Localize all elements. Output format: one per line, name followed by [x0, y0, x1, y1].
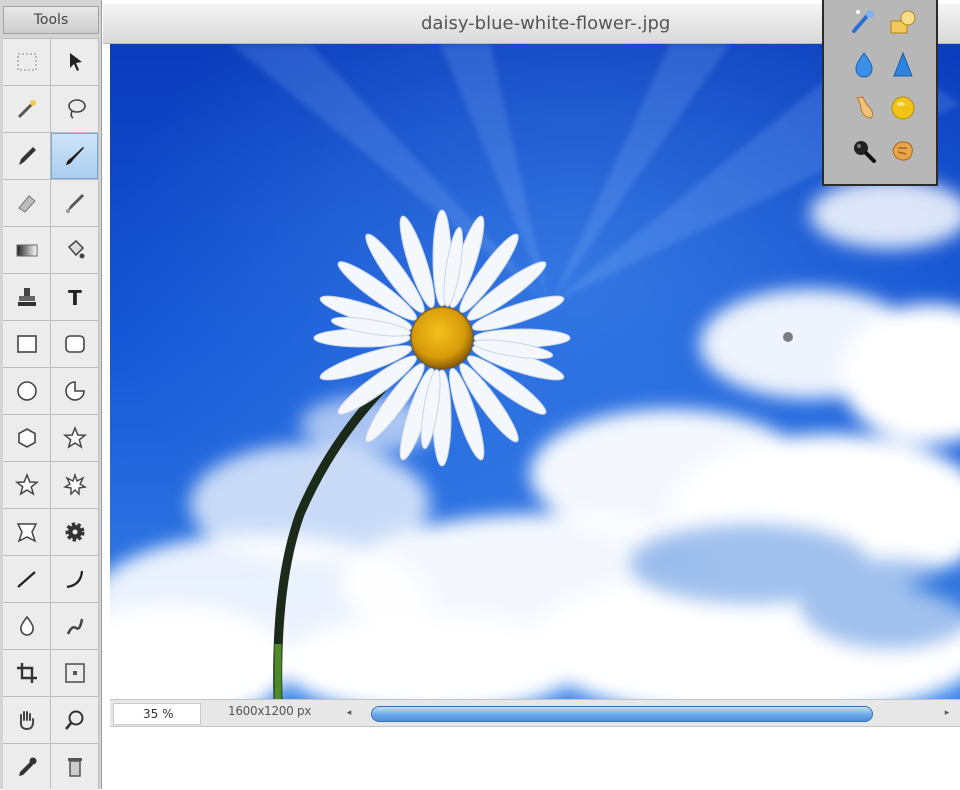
clone-stamp-icon — [17, 288, 36, 306]
trash-tool[interactable] — [51, 744, 98, 790]
zoom-level-field[interactable]: 35 % — [113, 703, 201, 725]
zoom-tool[interactable] — [51, 697, 98, 743]
ellipse-tool[interactable] — [3, 368, 50, 414]
rounded-rectangle-icon — [64, 335, 85, 353]
tools-panel-title: Tools — [3, 6, 99, 34]
rounded-rectangle-tool[interactable] — [51, 321, 98, 367]
sponge-icon — [891, 96, 914, 119]
scrollbar-thumb[interactable] — [371, 706, 873, 722]
star-burst-icon — [62, 472, 87, 496]
status-bar: 35 % 1600x1200 px ◂ ▸ — [110, 699, 960, 727]
clone-stamp-tool[interactable] — [3, 274, 50, 320]
badge-tool[interactable] — [3, 509, 50, 555]
hexagon-icon — [17, 428, 36, 448]
smudge-finger-icon — [855, 95, 873, 119]
magic-brush-tool[interactable] — [844, 0, 883, 43]
lasso-icon — [67, 99, 86, 119]
color-replace-tool[interactable] — [883, 129, 922, 172]
document-title: daisy-blue-white-flower-.jpg — [421, 13, 671, 34]
eyedropper-icon — [18, 757, 36, 776]
eraser-tool[interactable] — [3, 180, 50, 226]
drop-icon — [19, 615, 34, 636]
rectangle-icon — [16, 335, 37, 353]
shape-tool-icon — [890, 10, 915, 33]
custom-shape-icon — [64, 381, 85, 401]
text-tool[interactable]: T — [51, 274, 98, 320]
star-icon — [62, 425, 87, 449]
marquee-select-icon — [17, 53, 36, 71]
paint-bucket-icon — [67, 239, 84, 259]
svg-text:T: T — [68, 286, 82, 310]
magic-brush-icon — [851, 9, 874, 33]
smudge-finger-tool[interactable] — [844, 86, 883, 129]
trash-icon — [67, 758, 82, 777]
rectangle-tool[interactable] — [3, 321, 50, 367]
star-outline-tool[interactable] — [3, 462, 50, 508]
liquify-tool[interactable] — [51, 603, 98, 649]
line-icon — [16, 571, 36, 588]
line-tool[interactable] — [3, 556, 50, 602]
horizontal-scrollbar[interactable] — [362, 706, 936, 722]
custom-shape-tool[interactable] — [51, 368, 98, 414]
magnifier-tool[interactable] — [844, 129, 883, 172]
eyedropper-tool[interactable] — [3, 744, 50, 790]
text-icon: T — [68, 286, 82, 310]
badge-icon — [16, 523, 37, 543]
curve-icon — [66, 570, 83, 589]
hand-tool[interactable] — [3, 697, 50, 743]
shape-tool[interactable] — [883, 0, 922, 43]
sharpen-tool[interactable] — [883, 43, 922, 86]
eraser-icon — [17, 195, 36, 213]
move-arrow-icon — [69, 53, 82, 71]
smudge-tool[interactable] — [51, 180, 98, 226]
blur-tool[interactable] — [844, 43, 883, 86]
star-tool[interactable] — [51, 415, 98, 461]
ellipse-icon — [16, 381, 37, 401]
move-tool[interactable] — [51, 39, 98, 85]
magic-wand-tool[interactable] — [3, 86, 50, 132]
star-burst-tool[interactable] — [51, 462, 98, 508]
transform-icon — [64, 663, 85, 683]
pencil-icon — [18, 147, 36, 165]
drop-tool[interactable] — [3, 603, 50, 649]
crop-tool[interactable] — [3, 650, 50, 696]
crop-icon — [16, 663, 37, 683]
tools-panel: Tools T — [0, 0, 102, 790]
liquify-icon — [66, 618, 83, 635]
marquee-select-tool[interactable] — [3, 39, 50, 85]
hand-icon — [19, 711, 34, 731]
hexagon-tool[interactable] — [3, 415, 50, 461]
gear-shape-icon — [65, 522, 84, 542]
pencil-tool[interactable] — [3, 133, 50, 179]
brush-tool[interactable] — [51, 133, 98, 179]
magnifier-icon — [853, 140, 876, 163]
blur-drop-icon — [854, 51, 873, 77]
transform-tool[interactable] — [51, 650, 98, 696]
scroll-left-arrow-icon[interactable]: ◂ — [342, 706, 356, 721]
scroll-right-arrow-icon[interactable]: ▸ — [940, 706, 954, 721]
star-outline-icon — [14, 472, 39, 496]
adjustment-tools-panel — [822, 0, 938, 186]
adjustment-tool-grid — [844, 0, 922, 172]
tool-grid: T — [3, 38, 99, 790]
image-dimensions: 1600x1200 px — [228, 704, 312, 718]
sponge-tool[interactable] — [883, 86, 922, 129]
zoom-icon — [64, 710, 83, 730]
gradient-tool[interactable] — [3, 227, 50, 273]
gear-shape-tool[interactable] — [51, 509, 98, 555]
lasso-tool[interactable] — [51, 86, 98, 132]
curve-tool[interactable] — [51, 556, 98, 602]
paint-bucket-tool[interactable] — [51, 227, 98, 273]
gradient-icon — [16, 244, 37, 257]
magic-wand-icon — [17, 100, 36, 119]
brush-icon — [65, 147, 84, 165]
color-replace-icon — [891, 140, 913, 161]
smudge-icon — [65, 194, 84, 213]
sharpen-cone-icon — [892, 51, 913, 76]
